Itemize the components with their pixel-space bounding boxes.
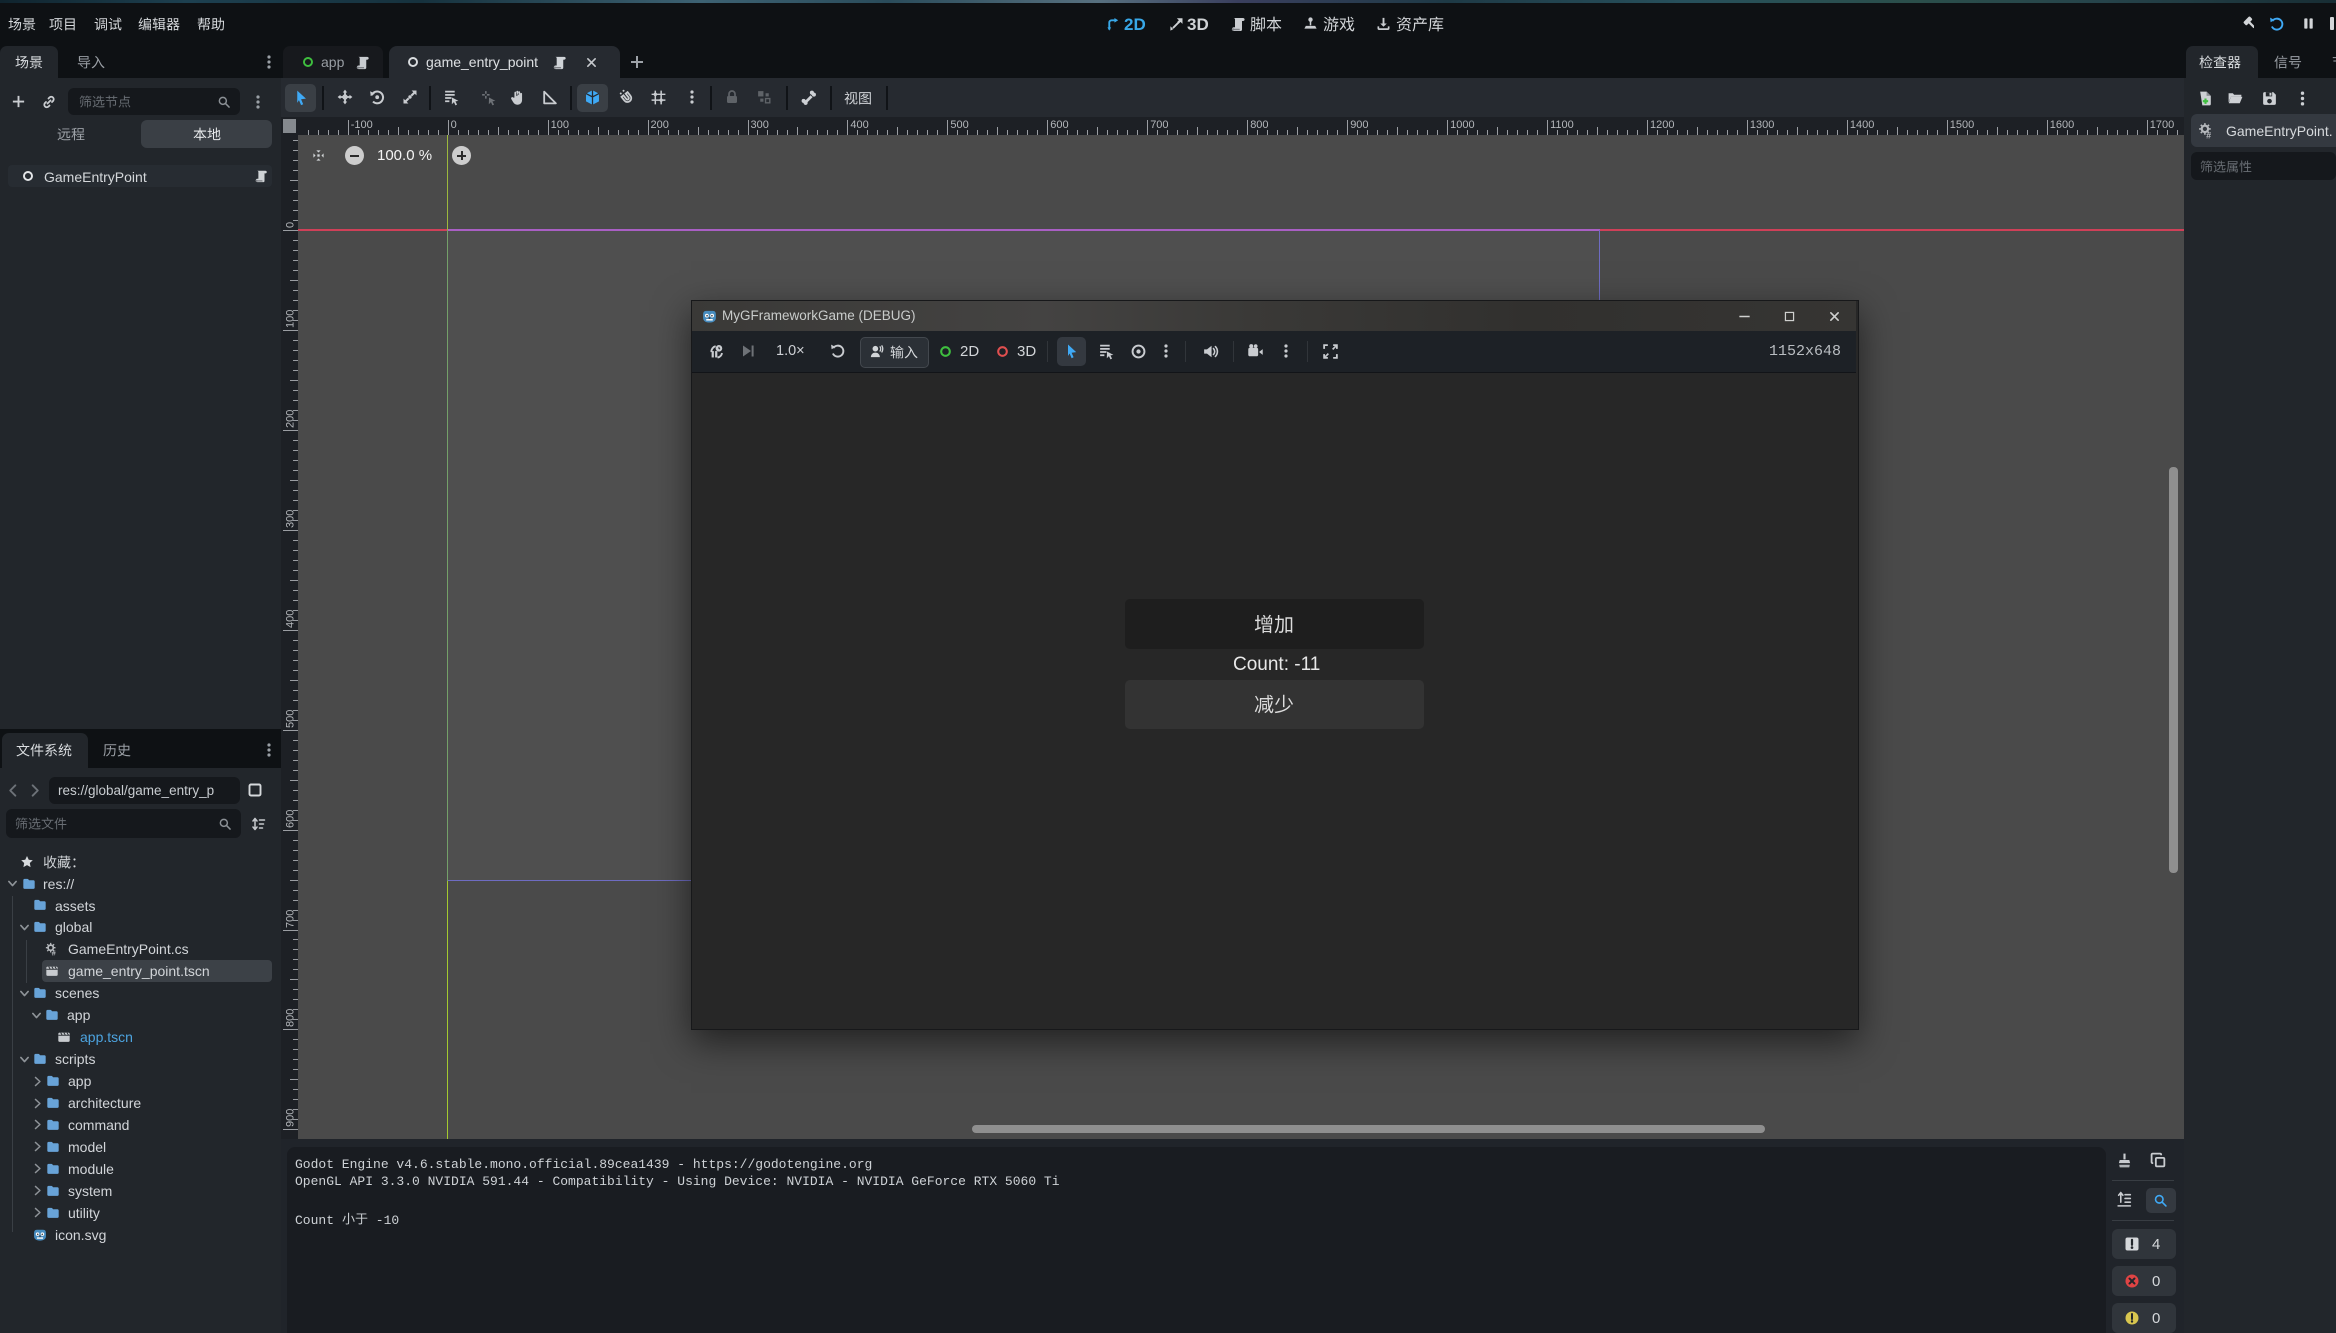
svg-text:400: 400: [285, 609, 297, 627]
svg-text:300: 300: [285, 509, 297, 527]
svg-text:700: 700: [285, 909, 297, 927]
svg-text:#: #: [2206, 130, 2211, 139]
svg-text:800: 800: [285, 1009, 297, 1027]
svg-text:900: 900: [285, 1109, 297, 1127]
svg-text:#: #: [52, 948, 57, 956]
svg-text:100: 100: [285, 309, 297, 327]
svg-text:0: 0: [285, 222, 297, 228]
svg-text:200: 200: [285, 409, 297, 427]
svg-text:500: 500: [285, 709, 297, 727]
svg-text:600: 600: [285, 809, 297, 827]
